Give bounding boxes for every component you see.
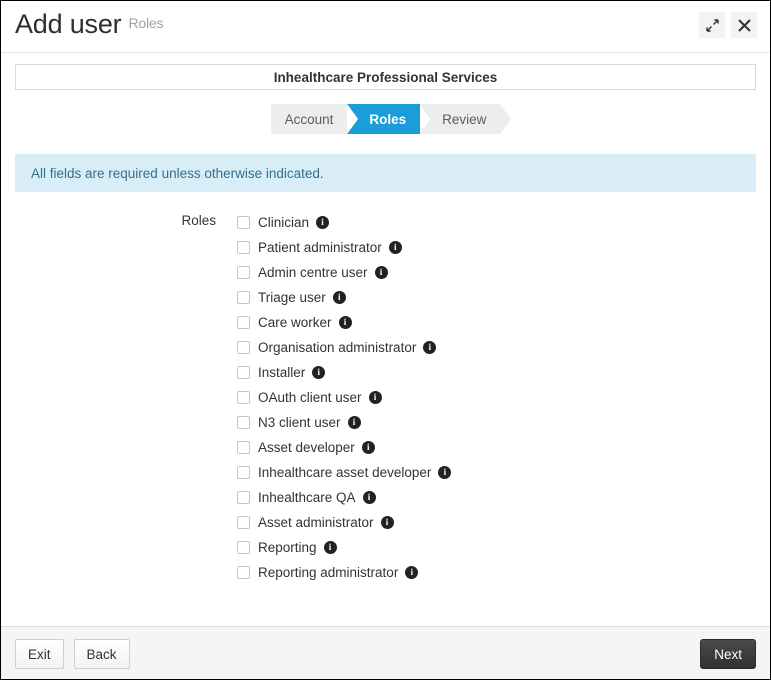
role-checkbox[interactable] xyxy=(237,391,250,404)
role-checkbox[interactable] xyxy=(237,566,250,579)
info-icon[interactable]: i xyxy=(312,366,326,379)
role-checkbox-row[interactable]: Inhealthcare QA i xyxy=(237,485,770,510)
role-checkbox-row[interactable]: Reporting administrator i xyxy=(237,560,770,585)
role-label: Asset developer xyxy=(258,440,355,455)
role-checkbox-row[interactable]: Reporting i xyxy=(237,535,770,560)
role-label: Reporting xyxy=(258,540,317,555)
expand-button[interactable] xyxy=(699,12,725,38)
info-icon[interactable]: i xyxy=(388,241,402,254)
role-checkbox-row[interactable]: N3 client user i xyxy=(237,410,770,435)
page-title: Add user Roles xyxy=(15,9,163,40)
add-user-dialog: Add user Roles Inhealthcare Professional… xyxy=(0,0,771,680)
role-checkbox[interactable] xyxy=(237,441,250,454)
close-button[interactable] xyxy=(731,12,757,38)
info-icon[interactable]: i xyxy=(316,216,330,229)
dialog-footer: Exit Back Next xyxy=(1,626,770,679)
wizard-step-account-label: Account xyxy=(284,111,334,127)
info-icon[interactable]: i xyxy=(423,341,437,354)
role-checkbox-row[interactable]: Triage user i xyxy=(237,285,770,310)
wizard-step-review[interactable]: Review xyxy=(420,104,512,134)
info-icon[interactable]: i xyxy=(374,266,388,279)
exit-button[interactable]: Exit xyxy=(15,639,64,669)
roles-checkbox-list: Clinician i Patient administrator i Admin ce… xyxy=(237,210,770,585)
role-checkbox-row[interactable]: Patient administrator i xyxy=(237,235,770,260)
info-icon[interactable]: i xyxy=(362,491,376,504)
role-checkbox-row[interactable]: Asset administrator i xyxy=(237,510,770,535)
next-button[interactable]: Next xyxy=(700,639,756,669)
role-checkbox[interactable] xyxy=(237,266,250,279)
wizard-step-roles[interactable]: Roles xyxy=(347,104,431,134)
dialog-body: Inhealthcare Professional Services Accou… xyxy=(1,64,770,637)
titlebar-buttons xyxy=(699,12,757,38)
role-checkbox[interactable] xyxy=(237,541,250,554)
role-checkbox-row[interactable]: Care worker i xyxy=(237,310,770,335)
role-label: Installer xyxy=(258,365,306,380)
info-icon[interactable]: i xyxy=(380,516,394,529)
role-checkbox[interactable] xyxy=(237,416,250,429)
roles-form: Roles Clinician i Patient administrator i Ad… xyxy=(1,210,770,585)
role-checkbox-row[interactable]: Clinician i xyxy=(237,210,770,235)
role-checkbox[interactable] xyxy=(237,466,250,479)
role-checkbox[interactable] xyxy=(237,491,250,504)
info-icon[interactable]: i xyxy=(405,566,419,579)
role-label: OAuth client user xyxy=(258,390,362,405)
organisation-banner: Inhealthcare Professional Services xyxy=(15,64,756,90)
page-title-subtitle: Roles xyxy=(128,15,164,31)
page-title-main: Add user xyxy=(15,9,122,39)
role-checkbox-row[interactable]: Organisation administrator i xyxy=(237,335,770,360)
info-icon[interactable]: i xyxy=(338,316,352,329)
info-icon[interactable]: i xyxy=(332,291,346,304)
info-icon[interactable]: i xyxy=(368,391,382,404)
role-label: Asset administrator xyxy=(258,515,374,530)
role-checkbox-row[interactable]: Admin centre user i xyxy=(237,260,770,285)
footer-left-buttons: Exit Back xyxy=(15,639,130,669)
organisation-name: Inhealthcare Professional Services xyxy=(273,69,498,85)
wizard-step-review-label: Review xyxy=(442,111,487,127)
role-checkbox-row[interactable]: OAuth client user i xyxy=(237,385,770,410)
expand-icon xyxy=(705,18,719,32)
close-icon xyxy=(738,19,751,32)
info-banner: All fields are required unless otherwise… xyxy=(15,154,756,192)
info-icon[interactable]: i xyxy=(323,541,337,554)
wizard-step-roles-label: Roles xyxy=(369,111,407,127)
role-checkbox-row[interactable]: Installer i xyxy=(237,360,770,385)
role-label: Admin centre user xyxy=(258,265,368,280)
role-checkbox[interactable] xyxy=(237,341,250,354)
role-checkbox[interactable] xyxy=(237,516,250,529)
info-icon[interactable]: i xyxy=(347,416,361,429)
footer-right-buttons: Next xyxy=(700,639,756,669)
role-checkbox-row[interactable]: Inhealthcare asset developer i xyxy=(237,460,770,485)
role-checkbox[interactable] xyxy=(237,241,250,254)
role-label: Triage user xyxy=(258,290,326,305)
role-label: N3 client user xyxy=(258,415,341,430)
role-label: Clinician xyxy=(258,215,310,230)
role-checkbox[interactable] xyxy=(237,216,250,229)
roles-field-label: Roles xyxy=(181,213,216,228)
role-label: Patient administrator xyxy=(258,240,382,255)
role-label: Inhealthcare asset developer xyxy=(258,465,432,480)
wizard-step-account[interactable]: Account xyxy=(270,104,359,134)
role-checkbox-row[interactable]: Asset developer i xyxy=(237,435,770,460)
role-label: Care worker xyxy=(258,315,332,330)
role-checkbox[interactable] xyxy=(237,366,250,379)
role-label: Inhealthcare QA xyxy=(258,490,356,505)
info-icon[interactable]: i xyxy=(361,441,375,454)
role-checkbox[interactable] xyxy=(237,291,250,304)
info-banner-message: All fields are required unless otherwise… xyxy=(31,165,324,181)
dialog-titlebar: Add user Roles xyxy=(1,1,770,53)
role-label: Organisation administrator xyxy=(258,340,417,355)
role-label: Reporting administrator xyxy=(258,565,399,580)
role-checkbox[interactable] xyxy=(237,316,250,329)
info-icon[interactable]: i xyxy=(438,466,452,479)
back-button[interactable]: Back xyxy=(73,639,130,669)
wizard-steps: Account Roles Review xyxy=(1,104,770,134)
